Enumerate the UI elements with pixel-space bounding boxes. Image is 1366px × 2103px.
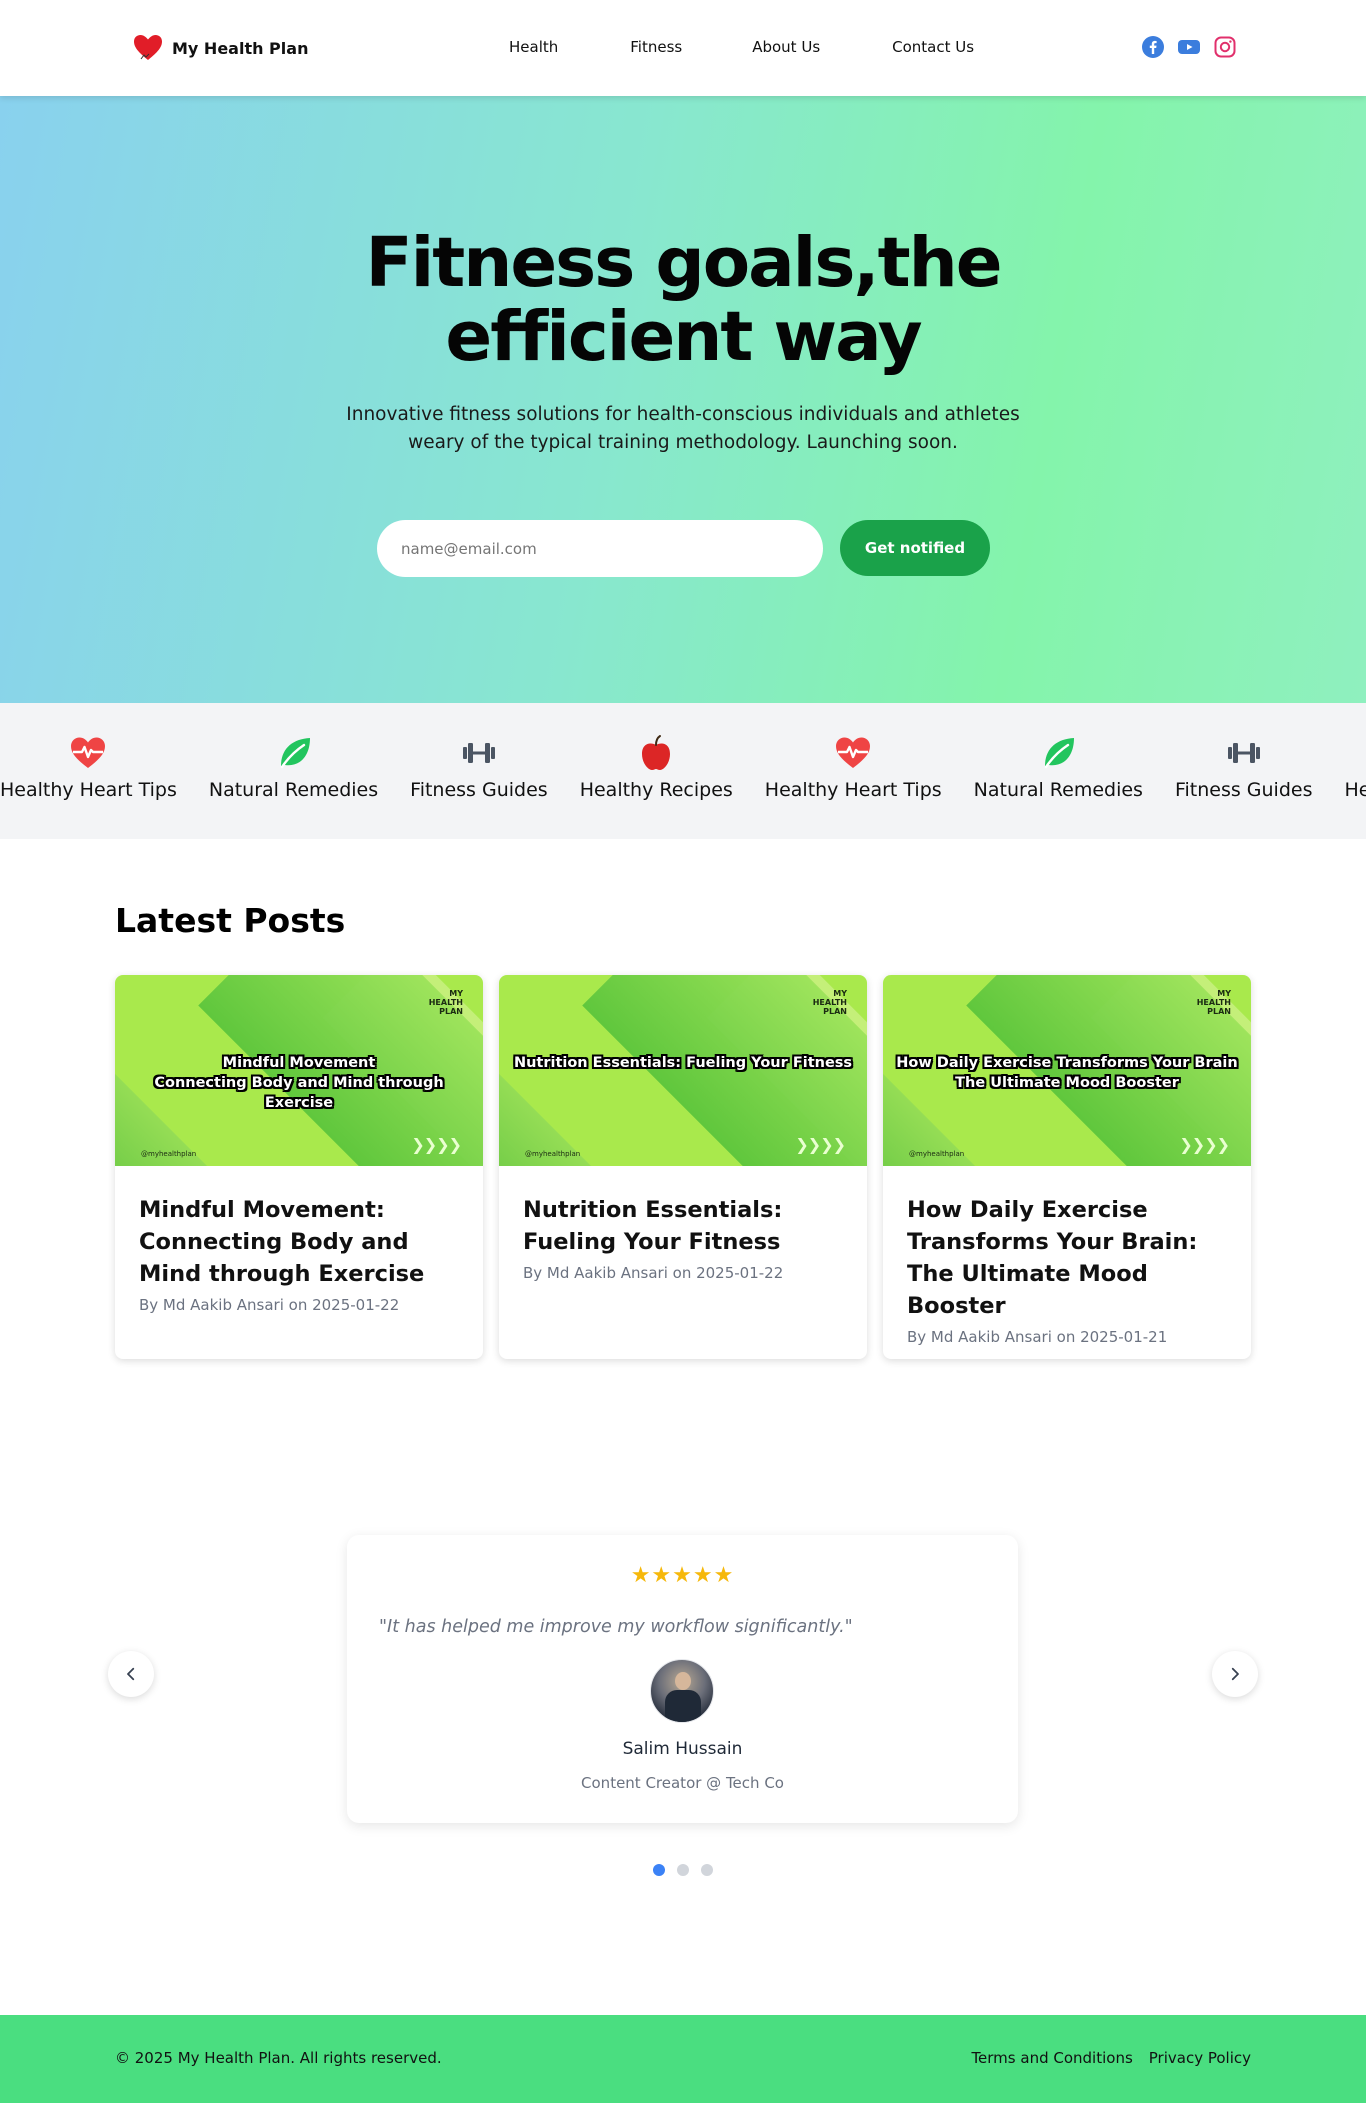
thumbnail-brand: MYHEALTHPLAN — [1197, 989, 1231, 1016]
notify-form: Get notified — [377, 520, 990, 577]
avatar-head — [675, 1672, 691, 1690]
get-notified-button[interactable]: Get notified — [840, 520, 990, 576]
post-thumbnail[interactable]: MYHEALTHPLAN Nutrition Essentials: Fuelin… — [499, 975, 867, 1166]
nav-link-contact-us[interactable]: Contact Us — [892, 38, 974, 56]
posts-grid: MYHEALTHPLAN Mindful Movement Connecting … — [115, 975, 1251, 1359]
category-item[interactable]: Natural Remedies — [974, 733, 1143, 801]
post-title[interactable]: Mindful Movement: Connecting Body and Mi… — [139, 1194, 459, 1290]
hero-section: Fitness goals,the efficient way Innovati… — [0, 96, 1366, 703]
hero-subtitle: Innovative fitness solutions for health-… — [343, 401, 1023, 457]
thumbnail-handle: @myhealthplan — [909, 1150, 964, 1158]
apple-icon — [636, 733, 676, 773]
category-label: Healthy Heart Tips — [0, 779, 177, 801]
hero-title: Fitness goals,the efficient way — [253, 226, 1113, 374]
chevrons-right-icon: ❯❯❯❯ — [411, 1135, 461, 1154]
heart-pulse-icon — [68, 733, 108, 773]
post-title[interactable]: How Daily Exercise Transforms Your Brain… — [907, 1194, 1227, 1322]
leaf-icon — [274, 733, 314, 773]
chevron-right-icon — [1226, 1665, 1244, 1683]
instagram-link[interactable] — [1213, 35, 1237, 59]
post-thumbnail[interactable]: MYHEALTHPLAN How Daily Exercise Transform… — [883, 975, 1251, 1166]
thumbnail-handle: @myhealthplan — [525, 1150, 580, 1158]
avatar-body — [665, 1690, 701, 1723]
latest-posts-section: Latest Posts MYHEALTHPLAN Mindful Movemen… — [0, 839, 1366, 1506]
category-item[interactable]: Healthy Recipes — [1345, 733, 1366, 801]
category-item[interactable]: Natural Remedies — [209, 733, 378, 801]
avatar — [650, 1659, 714, 1723]
post-card[interactable]: MYHEALTHPLAN Nutrition Essentials: Fuelin… — [499, 975, 867, 1359]
post-meta: By Md Aakib Ansari on 2025-01-21 — [907, 1328, 1227, 1346]
facebook-link[interactable] — [1141, 35, 1165, 59]
carousel-dot[interactable] — [653, 1864, 665, 1876]
instagram-icon — [1213, 35, 1237, 59]
category-strip: Healthy Heart Tips Natural Remedies Fitnes… — [0, 703, 1366, 839]
site-header: My Health Plan Health Fitness About Us C… — [0, 0, 1366, 96]
site-footer: © 2025 My Health Plan. All rights reserv… — [0, 2015, 1366, 2103]
carousel-dot[interactable] — [677, 1864, 689, 1876]
thumbnail-caption: How Daily Exercise Transforms Your Brain… — [883, 1053, 1251, 1093]
category-label: Fitness Guides — [410, 779, 548, 801]
carousel-dots — [0, 1864, 1366, 1876]
nav-link-fitness[interactable]: Fitness — [630, 38, 682, 56]
testimonial-card: ★★★★★ "It has helped me improve my workf… — [347, 1535, 1018, 1823]
category-item[interactable]: Fitness Guides — [1175, 733, 1313, 801]
brand-link[interactable]: My Health Plan — [132, 32, 308, 64]
facebook-icon — [1141, 35, 1165, 59]
category-item[interactable]: Healthy Heart Tips — [765, 733, 942, 801]
category-track: Healthy Heart Tips Natural Remedies Fitnes… — [0, 733, 1366, 801]
category-label: Healthy Heart Tips — [765, 779, 942, 801]
next-slide-button[interactable] — [1212, 1651, 1258, 1697]
post-meta: By Md Aakib Ansari on 2025-01-22 — [139, 1296, 459, 1314]
thumbnail-brand: MYHEALTHPLAN — [429, 989, 463, 1016]
section-title: Latest Posts — [115, 901, 345, 940]
brand-name: My Health Plan — [172, 39, 308, 58]
post-meta: By Md Aakib Ansari on 2025-01-22 — [523, 1264, 843, 1282]
dumbbell-icon — [1224, 733, 1264, 773]
prev-slide-button[interactable] — [108, 1651, 154, 1697]
social-links — [1141, 35, 1237, 59]
testimonial-author-role: Content Creator @ Tech Co — [347, 1774, 1018, 1792]
rating-stars: ★★★★★ — [347, 1563, 1018, 1588]
category-label: Fitness Guides — [1175, 779, 1313, 801]
chevrons-right-icon: ❯❯❯❯ — [1179, 1135, 1229, 1154]
post-card-body: Mindful Movement: Connecting Body and Mi… — [115, 1166, 483, 1314]
nav-link-health[interactable]: Health — [509, 38, 558, 56]
thumbnail-brand: MYHEALTHPLAN — [813, 989, 847, 1016]
category-label: Healthy Recipes — [1345, 779, 1366, 801]
category-item[interactable]: Fitness Guides — [410, 733, 548, 801]
post-card-body: Nutrition Essentials: Fueling Your Fitne… — [499, 1166, 867, 1282]
heart-pulse-icon — [833, 733, 873, 773]
testimonial-quote: "It has helped me improve my workflow si… — [379, 1617, 853, 1637]
thumbnail-caption: Nutrition Essentials: Fueling Your Fitne… — [499, 1053, 867, 1073]
post-card-body: How Daily Exercise Transforms Your Brain… — [883, 1166, 1251, 1346]
email-input[interactable] — [377, 520, 823, 577]
category-label: Natural Remedies — [209, 779, 378, 801]
post-card[interactable]: MYHEALTHPLAN Mindful Movement Connecting … — [115, 975, 483, 1359]
youtube-link[interactable] — [1177, 35, 1201, 59]
category-item[interactable]: Healthy Recipes — [580, 733, 733, 801]
thumbnail-handle: @myhealthplan — [141, 1150, 196, 1158]
youtube-icon — [1177, 35, 1201, 59]
thumbnail-caption: Mindful Movement Connecting Body and Min… — [115, 1053, 483, 1113]
copyright-text: © 2025 My Health Plan. All rights reserv… — [115, 2049, 442, 2067]
footer-links: Terms and Conditions Privacy Policy — [971, 2049, 1251, 2067]
dumbbell-icon — [459, 733, 499, 773]
nav-link-about-us[interactable]: About Us — [752, 38, 820, 56]
post-thumbnail[interactable]: MYHEALTHPLAN Mindful Movement Connecting … — [115, 975, 483, 1166]
testimonial-section: ★★★★★ "It has helped me improve my workf… — [0, 1506, 1366, 2015]
testimonial-author-name: Salim Hussain — [347, 1739, 1018, 1759]
terms-link[interactable]: Terms and Conditions — [971, 2049, 1132, 2067]
category-label: Healthy Recipes — [580, 779, 733, 801]
privacy-link[interactable]: Privacy Policy — [1149, 2049, 1251, 2067]
post-card[interactable]: MYHEALTHPLAN How Daily Exercise Transform… — [883, 975, 1251, 1359]
chevron-left-icon — [122, 1665, 140, 1683]
carousel-dot[interactable] — [701, 1864, 713, 1876]
leaf-icon — [1038, 733, 1078, 773]
main-nav: Health Fitness About Us Contact Us — [509, 38, 974, 56]
heart-logo-icon — [132, 32, 164, 64]
category-item[interactable]: Healthy Heart Tips — [0, 733, 177, 801]
chevrons-right-icon: ❯❯❯❯ — [795, 1135, 845, 1154]
category-label: Natural Remedies — [974, 779, 1143, 801]
post-title[interactable]: Nutrition Essentials: Fueling Your Fitne… — [523, 1194, 843, 1258]
